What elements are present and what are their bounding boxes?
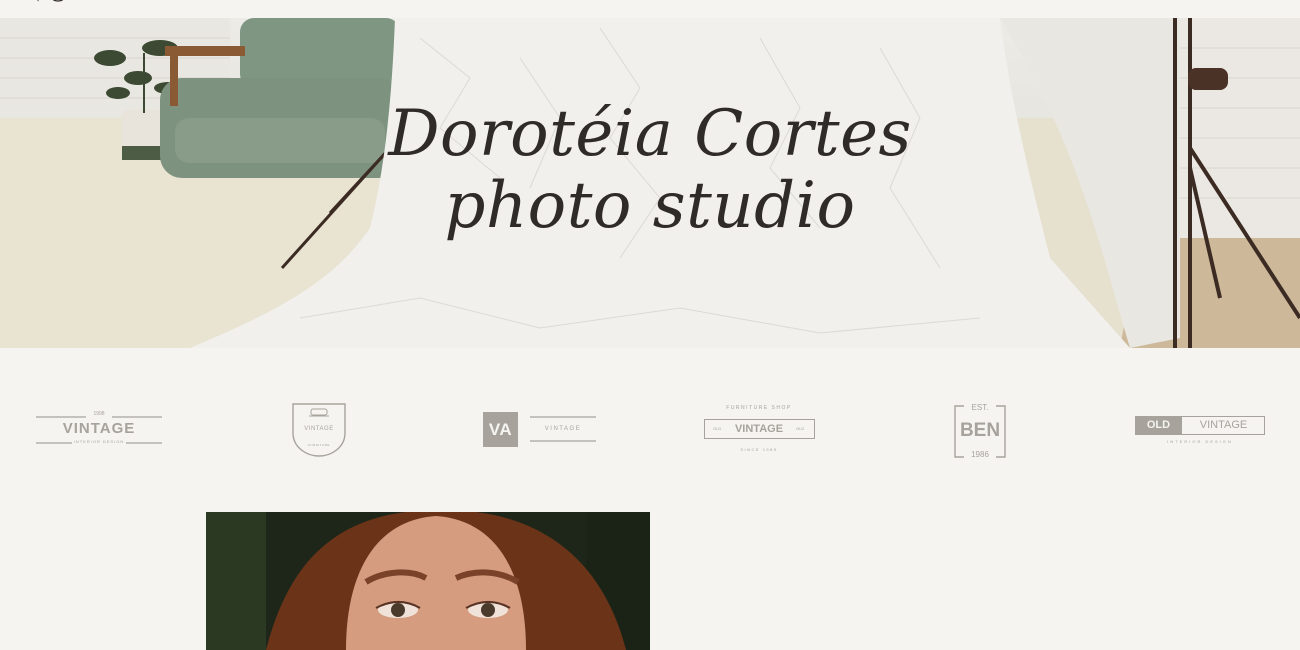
vintage-logo-4[interactable]: FURNITURE SHOP OLD VINTAGE OLD SINCE 198… bbox=[703, 405, 815, 457]
monogram-logo-icon[interactable] bbox=[28, 0, 88, 6]
logo1-top: 1998 bbox=[93, 411, 105, 417]
logo1-sub: INTERIOR DESIGN bbox=[73, 439, 125, 444]
vintage-logo-6[interactable]: OLD VINTAGE INTERIOR DESIGN bbox=[1135, 416, 1265, 448]
logo2-main: VINTAGE bbox=[304, 426, 334, 432]
hero-title-line2: photo studio bbox=[444, 169, 856, 243]
vintage-logo-5[interactable]: EST. BEN 1986 bbox=[954, 401, 1006, 461]
hero-title: Dorotéia Cortes photo studio bbox=[0, 98, 1300, 242]
top-bar bbox=[0, 0, 1300, 18]
logo1-main: VINTAGE bbox=[62, 420, 136, 437]
portrait-photo bbox=[206, 512, 650, 650]
logo6-sub: INTERIOR DESIGN bbox=[1167, 439, 1233, 444]
logo4-top: FURNITURE SHOP bbox=[726, 405, 792, 411]
logo2-sub: FURNITURE bbox=[308, 443, 330, 447]
logo5-main: BEN bbox=[959, 420, 1001, 441]
logo5-sub: 1986 bbox=[971, 450, 989, 459]
logo6-main: VINTAGE bbox=[1199, 419, 1248, 431]
client-logos-row: 1998 VINTAGE INTERIOR DESIGN VINTAGE FUR… bbox=[0, 395, 1300, 465]
logo3-main: VINTAGE bbox=[544, 426, 582, 432]
portrait-image bbox=[206, 512, 650, 650]
vintage-logo-3[interactable]: VA VINTAGE bbox=[483, 412, 597, 448]
hero-title-line1: Dorotéia Cortes bbox=[388, 97, 912, 171]
logo4-sub: SINCE 1985 bbox=[740, 447, 778, 452]
vintage-logo-1[interactable]: 1998 VINTAGE INTERIOR DESIGN bbox=[36, 411, 162, 447]
logo6-left: OLD bbox=[1146, 419, 1171, 431]
logo3-badge: VA bbox=[488, 420, 513, 439]
logo4-right: OLD bbox=[796, 426, 805, 431]
vintage-logo-2[interactable]: VINTAGE FURNITURE bbox=[292, 403, 346, 457]
hero-banner: Dorotéia Cortes photo studio bbox=[0, 18, 1300, 348]
logo5-top: EST. bbox=[971, 403, 989, 412]
